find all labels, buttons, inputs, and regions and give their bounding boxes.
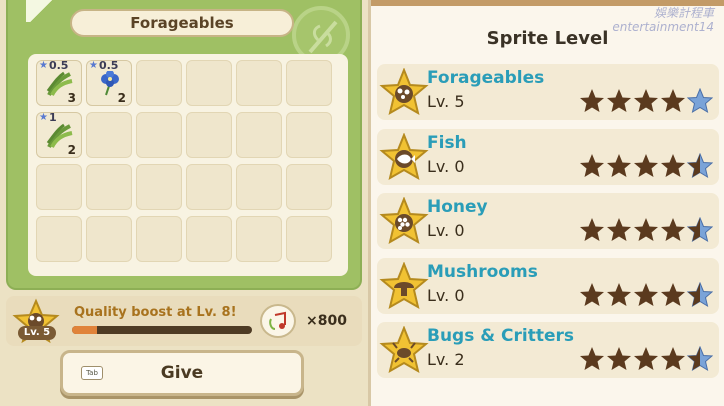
half-star-icon bbox=[687, 217, 713, 243]
small-star-icon: ★ bbox=[89, 60, 98, 71]
sprite-category-level: Lv. 0 bbox=[427, 156, 465, 176]
inventory-slot-empty[interactable] bbox=[286, 112, 332, 158]
inventory-slot-empty[interactable] bbox=[286, 60, 332, 106]
mushroom-basket-icon bbox=[379, 68, 429, 116]
inventory-slot-grass-bundle[interactable]: ★ 1 2 bbox=[36, 111, 82, 158]
filled-star-icon bbox=[661, 218, 685, 241]
sprite-level-row: Bugs & Critters Lv. 2 bbox=[377, 322, 719, 378]
inventory-slot-empty[interactable] bbox=[236, 164, 282, 210]
filled-star-icon bbox=[634, 282, 658, 306]
sprite-level-panel: 娛樂計程車 entertainment14 Sprite Level Forag… bbox=[368, 0, 724, 406]
quality-progress-bar bbox=[72, 326, 252, 334]
inventory-slot-blue-flower[interactable]: ★ 0.5 2 bbox=[86, 59, 132, 106]
inventory-title: Forageables bbox=[70, 9, 294, 37]
music-note-icon bbox=[269, 311, 286, 330]
slot-quantity: 2 bbox=[117, 91, 126, 105]
sprite-level-badge-label: Lv. 5 bbox=[18, 326, 56, 340]
sprite-category-name: Fish bbox=[427, 132, 467, 153]
bug-icon bbox=[379, 326, 429, 374]
blue-star-icon bbox=[687, 88, 713, 114]
filled-star-icon bbox=[580, 89, 604, 112]
sprite-category-level: Lv. 0 bbox=[427, 285, 465, 305]
sprite-level-title: Sprite Level bbox=[486, 28, 609, 49]
filled-star-icon bbox=[580, 153, 604, 177]
filled-star-icon bbox=[661, 347, 685, 370]
sprite-category-level: Lv. 2 bbox=[427, 350, 465, 369]
rank-stars bbox=[579, 281, 713, 308]
quality-boost-text: Quality boost at Lv. 8! bbox=[74, 305, 237, 320]
inventory-slot-empty[interactable] bbox=[86, 216, 132, 262]
inventory-slot-empty[interactable] bbox=[136, 216, 182, 262]
half-star-icon bbox=[687, 346, 713, 372]
filled-star-icon bbox=[580, 218, 604, 241]
filled-star-icon bbox=[634, 347, 658, 370]
give-button[interactable]: Tab Give bbox=[60, 350, 304, 396]
quality-progress-fill bbox=[72, 326, 98, 334]
fish-icon bbox=[379, 132, 429, 180]
sprite-category-level: Lv. 5 bbox=[427, 92, 465, 111]
filled-star-icon bbox=[607, 347, 631, 370]
cost-label: ×800 bbox=[306, 313, 347, 329]
inventory-slot-empty[interactable] bbox=[286, 216, 332, 262]
rank-stars bbox=[579, 217, 713, 243]
filled-star-icon bbox=[607, 282, 631, 306]
filled-star-icon bbox=[580, 347, 604, 370]
inventory-slot-empty[interactable] bbox=[136, 60, 182, 106]
sprite-level-row: Honey Lv. 0 bbox=[377, 193, 719, 249]
slot-quantity: 2 bbox=[67, 143, 76, 157]
inventory-slot-empty[interactable] bbox=[36, 216, 82, 262]
sprite-level-row: Fish Lv. 0 bbox=[377, 128, 719, 185]
inventory-slot-grass-bundle[interactable]: ★ 0.5 3 bbox=[36, 59, 82, 106]
filled-star-icon bbox=[607, 89, 631, 112]
give-button-label: Give bbox=[160, 363, 204, 383]
inventory-slot-empty[interactable] bbox=[136, 112, 182, 158]
filled-star-icon bbox=[661, 153, 685, 177]
inventory-slot-empty[interactable] bbox=[236, 216, 282, 262]
rank-stars bbox=[579, 152, 713, 179]
inventory-slot-empty[interactable] bbox=[86, 164, 132, 210]
honeycomb-icon bbox=[379, 197, 429, 245]
filled-star-icon bbox=[634, 89, 658, 112]
small-star-icon: ★ bbox=[39, 112, 48, 123]
inventory-slot-empty[interactable] bbox=[86, 112, 132, 158]
inventory-panel: Forageables ★ 0.5 3 ★ 0.5 2 ★ 1 2 Lv. 5 Quality … bbox=[0, 0, 368, 406]
filled-star-icon bbox=[661, 89, 685, 112]
mushroom-icon bbox=[379, 261, 429, 309]
inventory-slot-empty[interactable] bbox=[236, 112, 282, 158]
half-star-icon bbox=[687, 281, 713, 307]
sprite-category-name: Bugs & Critters bbox=[427, 326, 574, 346]
filled-star-icon bbox=[661, 282, 685, 306]
filled-star-icon bbox=[607, 153, 631, 177]
sprite-category-level: Lv. 0 bbox=[427, 221, 465, 240]
filled-star-icon bbox=[580, 282, 604, 306]
rank-stars bbox=[579, 88, 713, 114]
rank-stars bbox=[579, 346, 713, 372]
sprite-level-row: Forageables Lv. 5 bbox=[377, 64, 719, 120]
inventory-slot-empty[interactable] bbox=[286, 164, 332, 210]
filled-star-icon bbox=[607, 218, 631, 241]
sprite-level-row: Mushrooms Lv. 0 bbox=[377, 257, 719, 314]
inventory-slot-empty[interactable] bbox=[136, 164, 182, 210]
sprite-category-name: Mushrooms bbox=[427, 261, 538, 282]
inventory-grid: ★ 0.5 3 ★ 0.5 2 ★ 1 2 bbox=[28, 54, 348, 276]
inventory-slot-empty[interactable] bbox=[186, 164, 232, 210]
inventory-slot-empty[interactable] bbox=[36, 164, 82, 210]
sprite-category-name: Forageables bbox=[427, 68, 545, 88]
inventory-slot-empty[interactable] bbox=[186, 112, 232, 158]
slot-quantity: 3 bbox=[67, 91, 76, 105]
watermark-line1: 娛樂計程車 bbox=[653, 6, 714, 20]
note-bubble bbox=[260, 304, 296, 338]
inventory-slot-empty[interactable] bbox=[186, 60, 232, 106]
filled-star-icon bbox=[634, 218, 658, 241]
sprite-category-name: Honey bbox=[427, 197, 488, 217]
inventory-slot-empty[interactable] bbox=[236, 60, 282, 106]
small-star-icon: ★ bbox=[39, 60, 48, 71]
half-star-icon bbox=[687, 152, 713, 178]
filled-star-icon bbox=[634, 153, 658, 177]
inventory-slot-empty[interactable] bbox=[186, 216, 232, 262]
